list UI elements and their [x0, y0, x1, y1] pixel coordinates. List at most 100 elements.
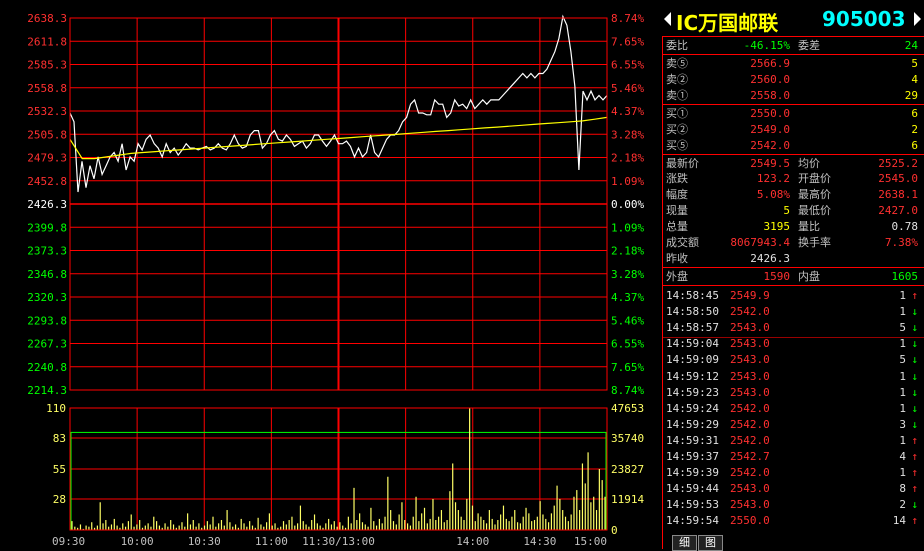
- tick-volume: 1: [899, 369, 906, 383]
- tick-volume: 1: [899, 337, 906, 351]
- tick-time: 14:59:09: [666, 353, 719, 367]
- tick-time: 14:59:04: [666, 337, 719, 351]
- bid-row: 买⑤ 2542.0 6: [662, 138, 922, 154]
- time-axis-label: 15:00: [574, 535, 607, 548]
- order-diff-value: 24: [904, 39, 918, 52]
- stat-label: 最高价: [798, 188, 831, 201]
- tick-volume: 5: [899, 353, 906, 367]
- tick-price: 2542.0: [730, 401, 770, 415]
- percent-tick-label: 7.65%: [611, 361, 644, 374]
- tick-row: 14:59:31 2542.0 1 ↑: [662, 433, 922, 449]
- time-axis-label: 11:00: [255, 535, 288, 548]
- divider: [662, 267, 924, 268]
- tick-row: 14:59:24 2542.0 1 ↓: [662, 401, 922, 417]
- order-diff-label: 委差: [798, 39, 820, 52]
- bid-row: 买① 2550.0 6: [662, 106, 922, 122]
- tick-volume: 3: [899, 417, 906, 431]
- stat-value: 8067943.4: [730, 236, 790, 249]
- tick-price: 2542.0: [730, 433, 770, 447]
- price-tick-label: 2240.8: [27, 361, 67, 374]
- stat-row: 昨收 2426.3: [662, 251, 922, 267]
- price-tick-label: 2452.8: [27, 175, 67, 188]
- ask-row: 卖⑤ 2566.9 5: [662, 56, 922, 72]
- time-axis-label: 11:30/13:00: [302, 535, 375, 548]
- divider: [662, 154, 924, 155]
- stat-value: 0.78: [891, 220, 919, 233]
- price-tick-label: 2214.3: [27, 384, 67, 397]
- percent-tick-label: 8.74%: [611, 12, 644, 25]
- stat-label: 现量: [666, 204, 688, 217]
- tick-time: 14:59:37: [666, 450, 719, 463]
- price-tick-label: 2558.8: [27, 82, 67, 95]
- stat-label: 昨收: [666, 252, 688, 265]
- tick-row: 14:59:09 2543.0 5 ↓: [662, 352, 922, 368]
- tick-volume: 1: [899, 401, 906, 415]
- tick-price: 2543.0: [730, 369, 770, 383]
- outer-value: 1590: [763, 270, 791, 283]
- order-ratio-label: 委比: [666, 39, 688, 52]
- divider: [662, 104, 924, 105]
- stat-label: 量比: [798, 220, 820, 233]
- tick-row: 14:59:53 2543.0 2 ↓: [662, 497, 922, 513]
- percent-tick-label: 5.46%: [611, 314, 644, 327]
- book-level-label: 买②: [666, 123, 688, 136]
- arrow-down-icon: ↓: [911, 498, 918, 512]
- book-level-label: 卖②: [666, 73, 688, 86]
- book-price: 2549.0: [750, 123, 790, 136]
- tick-time: 14:59:54: [666, 514, 719, 528]
- tick-price: 2543.0: [730, 498, 770, 512]
- tick-row: 14:58:57 2543.0 5 ↓: [662, 320, 922, 336]
- outer-inner-row: 外盘 1590 内盘 1605: [662, 269, 922, 285]
- tick-row: 14:59:39 2542.0 1 ↑: [662, 465, 922, 481]
- percent-tick-label: 1.09%: [611, 175, 644, 188]
- security-name: IC万国邮联: [676, 11, 779, 35]
- percent-tick-label: 0.00%: [611, 198, 644, 211]
- price-tick-label: 2267.3: [27, 338, 67, 351]
- outer-label: 外盘: [666, 270, 688, 283]
- book-volume: 6: [911, 139, 918, 152]
- next-security-icon[interactable]: [914, 12, 921, 26]
- book-price: 2550.0: [750, 107, 790, 120]
- arrow-up-icon: ↑: [911, 433, 918, 447]
- tick-volume: 1: [899, 433, 906, 447]
- arrow-down-icon: ↓: [911, 401, 918, 415]
- tick-volume: 4: [899, 450, 906, 463]
- price-tick-label: 2611.8: [27, 35, 67, 48]
- arrow-up-icon: ↑: [911, 450, 918, 463]
- stat-value: 2427.0: [878, 204, 918, 217]
- divider: [662, 285, 924, 286]
- ask-row: 卖② 2560.0 4: [662, 72, 922, 88]
- percent-tick-label: 6.55%: [611, 338, 644, 351]
- stat-value: 5: [783, 204, 790, 217]
- volume-amount-label: 0: [611, 524, 618, 537]
- price-tick-label: 2426.3: [27, 198, 67, 211]
- volume-amount-label: 35740: [611, 432, 644, 445]
- tick-time: 14:58:57: [666, 321, 719, 335]
- percent-tick-label: 3.28%: [611, 128, 644, 141]
- book-volume: 29: [904, 89, 918, 102]
- stat-value: 123.2: [756, 172, 790, 185]
- book-volume: 6: [911, 107, 918, 120]
- tick-price: 2543.0: [730, 337, 770, 351]
- tick-row: 14:59:37 2542.7 4 ↑: [662, 449, 922, 465]
- intraday-chart: 2638.3 8.74% 2611.8 7.65% 2585.3 6.55% 2558.8 5…: [27, 12, 644, 548]
- tick-volume: 14: [892, 514, 906, 528]
- prev-security-icon[interactable]: [664, 12, 671, 26]
- stat-row: 总量 3195 量比 0.78: [662, 219, 922, 235]
- tick-time: 14:59:44: [666, 482, 719, 496]
- stat-row: 成交额 8067943.4 换手率 7.38%: [662, 235, 922, 251]
- stat-label: 涨跌: [666, 172, 688, 185]
- book-volume: 4: [911, 73, 918, 86]
- book-volume: 2: [911, 123, 918, 136]
- tick-row: 14:59:54 2550.0 14 ↑: [662, 513, 922, 529]
- tick-price: 2543.0: [730, 482, 770, 496]
- price-tick-label: 2479.3: [27, 152, 67, 165]
- stat-value: 2638.1: [878, 188, 918, 201]
- arrow-down-icon: ↓: [911, 385, 918, 399]
- inner-label: 内盘: [798, 270, 820, 283]
- divider: [662, 36, 924, 37]
- tick-volume: 5: [899, 321, 906, 335]
- order-ratio-row: 委比 -46.15% 委差 24: [662, 38, 922, 54]
- arrow-down-icon: ↓: [911, 369, 918, 383]
- stat-value: 5.08%: [756, 188, 790, 201]
